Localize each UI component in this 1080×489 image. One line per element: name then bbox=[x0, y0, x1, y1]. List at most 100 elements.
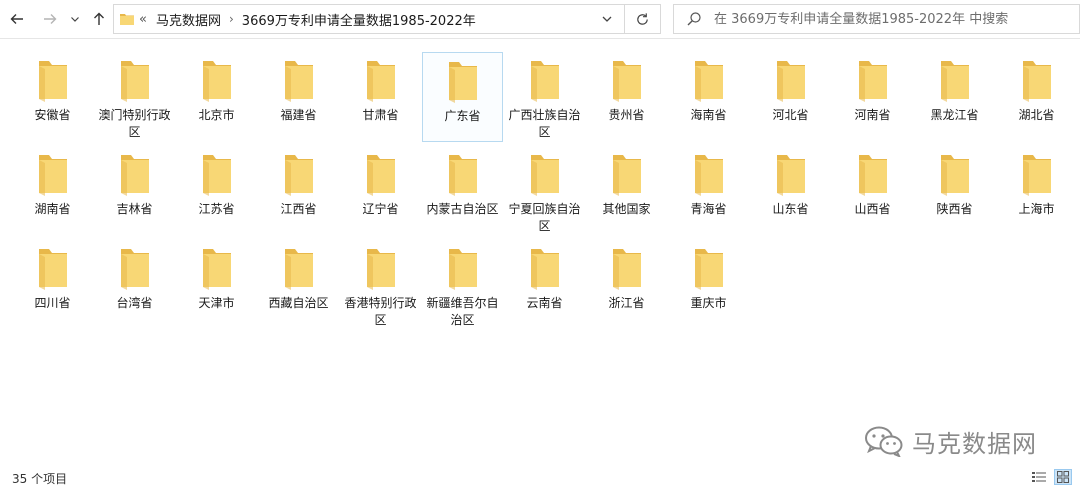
folder-item[interactable]: 宁夏回族自治区 bbox=[504, 146, 585, 236]
folder-item[interactable]: 江西省 bbox=[258, 146, 339, 236]
folder-label: 澳门特别行政区 bbox=[98, 108, 171, 139]
folder-item[interactable]: 陕西省 bbox=[914, 146, 995, 236]
folder-label: 河南省 bbox=[854, 108, 891, 122]
folder-label: 内蒙古自治区 bbox=[426, 202, 499, 216]
folder-item[interactable]: 澳门特别行政区 bbox=[94, 52, 175, 142]
folder-label: 其他国家 bbox=[602, 202, 651, 216]
details-view-button[interactable] bbox=[1030, 469, 1048, 485]
view-switcher bbox=[1030, 469, 1072, 485]
folder-label: 浙江省 bbox=[608, 296, 645, 310]
folder-item[interactable]: 四川省 bbox=[12, 240, 93, 330]
breadcrumb: « 马克数据网 › 3669万专利申请全量数据1985-2022年 bbox=[139, 5, 590, 33]
folder-label: 新疆维吾尔自治区 bbox=[426, 296, 499, 327]
folder-icon bbox=[776, 155, 805, 196]
breadcrumb-item-current[interactable]: 3669万专利申请全量数据1985-2022年 bbox=[242, 10, 476, 29]
folder-item[interactable]: 山西省 bbox=[832, 146, 913, 236]
folder-item[interactable]: 黑龙江省 bbox=[914, 52, 995, 142]
search-icon bbox=[687, 12, 701, 26]
folder-label: 江苏省 bbox=[198, 202, 235, 216]
folder-item[interactable]: 吉林省 bbox=[94, 146, 175, 236]
folder-item[interactable]: 山东省 bbox=[750, 146, 831, 236]
folder-icon bbox=[38, 249, 67, 290]
breadcrumb-overflow[interactable]: « bbox=[139, 12, 147, 27]
details-view-icon bbox=[1032, 472, 1046, 482]
folder-icon bbox=[448, 249, 477, 290]
folder-label: 香港特别行政区 bbox=[344, 296, 417, 327]
folder-item[interactable]: 广东省 bbox=[422, 52, 503, 142]
search-box[interactable] bbox=[673, 4, 1080, 34]
folder-item[interactable]: 湖南省 bbox=[12, 146, 93, 236]
folder-label: 天津市 bbox=[198, 296, 235, 310]
folder-label: 福建省 bbox=[280, 108, 317, 122]
address-bar[interactable]: « 马克数据网 › 3669万专利申请全量数据1985-2022年 bbox=[113, 4, 625, 34]
folder-item[interactable]: 广西壮族自治区 bbox=[504, 52, 585, 142]
folder-icon bbox=[694, 61, 723, 102]
folder-item[interactable]: 贵州省 bbox=[586, 52, 667, 142]
folder-item[interactable]: 湖北省 bbox=[996, 52, 1077, 142]
folder-item[interactable]: 北京市 bbox=[176, 52, 257, 142]
folder-item[interactable]: 天津市 bbox=[176, 240, 257, 330]
back-button[interactable] bbox=[5, 5, 29, 33]
folder-item[interactable]: 江苏省 bbox=[176, 146, 257, 236]
folder-icon bbox=[366, 249, 395, 290]
folder-label: 安徽省 bbox=[34, 108, 71, 122]
folder-label: 宁夏回族自治区 bbox=[508, 202, 581, 233]
up-button[interactable] bbox=[87, 5, 111, 33]
chevron-right-icon[interactable]: › bbox=[229, 12, 234, 26]
folder-item[interactable]: 云南省 bbox=[504, 240, 585, 330]
folder-icon bbox=[448, 62, 477, 103]
large-icons-view-icon bbox=[1057, 471, 1069, 483]
folder-item[interactable]: 内蒙古自治区 bbox=[422, 146, 503, 236]
folder-label: 黑龙江省 bbox=[930, 108, 979, 122]
folder-item[interactable]: 台湾省 bbox=[94, 240, 175, 330]
folder-icon bbox=[284, 155, 313, 196]
folder-icon bbox=[530, 249, 559, 290]
forward-button[interactable] bbox=[38, 5, 62, 33]
folder-icon bbox=[202, 61, 231, 102]
folder-icon bbox=[366, 155, 395, 196]
folder-item[interactable]: 河南省 bbox=[832, 52, 913, 142]
folder-icon bbox=[1022, 61, 1051, 102]
folder-item[interactable]: 西藏自治区 bbox=[258, 240, 339, 330]
folder-item[interactable]: 上海市 bbox=[996, 146, 1077, 236]
folder-icon bbox=[612, 155, 641, 196]
folder-icon bbox=[940, 155, 969, 196]
folder-item[interactable]: 福建省 bbox=[258, 52, 339, 142]
folder-label: 广西壮族自治区 bbox=[508, 108, 581, 139]
folder-item[interactable]: 海南省 bbox=[668, 52, 749, 142]
refresh-button[interactable] bbox=[625, 4, 661, 34]
recent-locations-button[interactable] bbox=[66, 5, 84, 33]
folder-label: 吉林省 bbox=[116, 202, 153, 216]
folder-label: 西藏自治区 bbox=[268, 296, 329, 310]
folder-label: 河北省 bbox=[772, 108, 809, 122]
folder-icon bbox=[858, 155, 887, 196]
folder-icon bbox=[612, 61, 641, 102]
address-dropdown-button[interactable] bbox=[596, 9, 618, 29]
folder-icon bbox=[530, 155, 559, 196]
folder-item[interactable]: 青海省 bbox=[668, 146, 749, 236]
folder-item[interactable]: 香港特别行政区 bbox=[340, 240, 421, 330]
search-input[interactable] bbox=[714, 9, 1069, 29]
breadcrumb-item-root[interactable]: 马克数据网 bbox=[156, 10, 221, 29]
folder-label: 云南省 bbox=[526, 296, 563, 310]
folder-item[interactable]: 辽宁省 bbox=[340, 146, 421, 236]
chevron-down-icon bbox=[602, 16, 612, 22]
folder-item[interactable]: 河北省 bbox=[750, 52, 831, 142]
folder-icon bbox=[694, 249, 723, 290]
folder-label: 贵州省 bbox=[608, 108, 645, 122]
folder-icon bbox=[38, 155, 67, 196]
folder-item[interactable]: 安徽省 bbox=[12, 52, 93, 142]
large-icons-view-button[interactable] bbox=[1054, 469, 1072, 485]
folder-label: 江西省 bbox=[280, 202, 317, 216]
folder-label: 山西省 bbox=[854, 202, 891, 216]
refresh-icon bbox=[637, 12, 648, 25]
folder-label: 台湾省 bbox=[116, 296, 153, 310]
arrow-left-icon bbox=[10, 14, 23, 24]
folder-item[interactable]: 浙江省 bbox=[586, 240, 667, 330]
folder-label: 陕西省 bbox=[936, 202, 973, 216]
folder-item[interactable]: 新疆维吾尔自治区 bbox=[422, 240, 503, 330]
folder-item[interactable]: 重庆市 bbox=[668, 240, 749, 330]
folder-label: 青海省 bbox=[690, 202, 727, 216]
folder-item[interactable]: 甘肃省 bbox=[340, 52, 421, 142]
folder-item[interactable]: 其他国家 bbox=[586, 146, 667, 236]
